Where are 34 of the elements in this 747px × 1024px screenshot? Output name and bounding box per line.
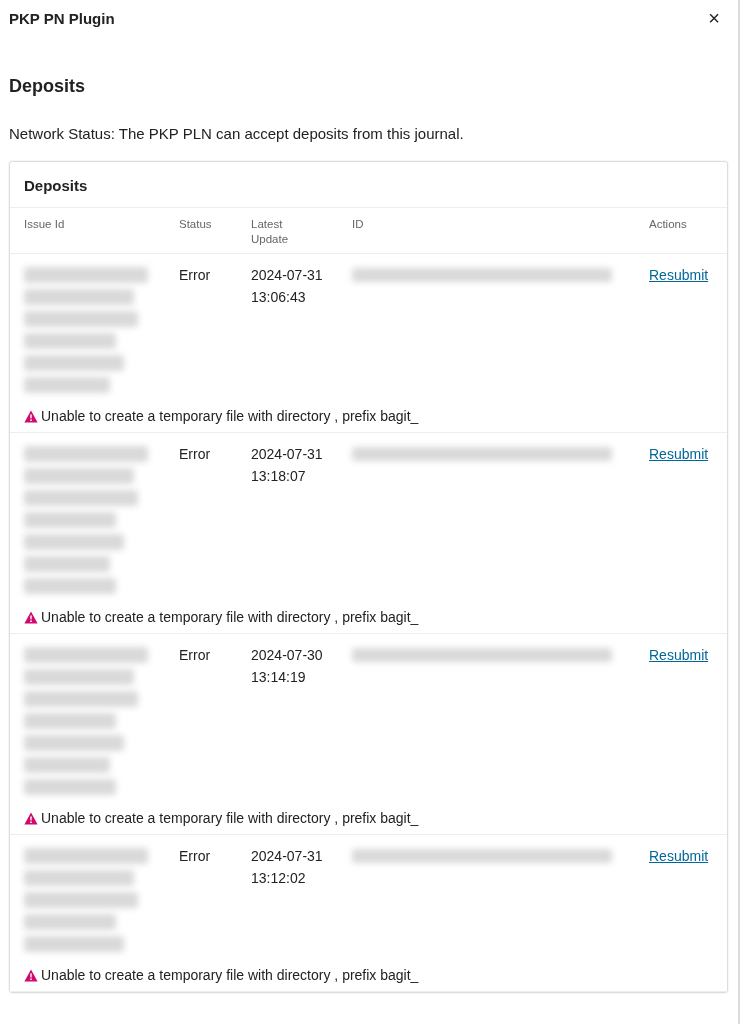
dialog-title: PKP PN Plugin	[9, 9, 115, 27]
table-cell-text: 2024-07-30	[251, 646, 323, 665]
column-header: Status	[179, 217, 213, 232]
resubmit-link[interactable]: Resubmit	[649, 845, 709, 867]
warning-icon	[24, 610, 38, 624]
column-header: Issue Id	[24, 217, 66, 232]
column-header: ID	[352, 217, 365, 232]
column-header: Latest Update	[251, 217, 290, 247]
table-cell-text: 13:06:43	[251, 288, 306, 307]
error-message: Unable to create a temporary file with directory , prefix bagit_	[41, 810, 419, 826]
table-cell-text: 13:12:02	[251, 869, 306, 888]
table-cell-text: 13:14:19	[251, 668, 306, 687]
warning-icon	[24, 968, 38, 982]
resubmit-link[interactable]: Resubmit	[649, 264, 709, 286]
table-cell-text: 2024-07-31	[251, 445, 323, 464]
table-cell-text: 2024-07-31	[251, 847, 323, 866]
column-header: Actions	[649, 217, 688, 232]
warning-icon	[24, 409, 38, 423]
table-cell-text: Error	[179, 266, 211, 285]
error-message: Unable to create a temporary file with directory , prefix bagit_	[41, 408, 419, 424]
error-message: Unable to create a temporary file with directory , prefix bagit_	[41, 609, 419, 625]
warning-icon	[24, 811, 38, 825]
network-status: Network Status: The PKP PLN can accept deposits from this journal.	[9, 125, 465, 142]
table-cell-text: Error	[179, 646, 211, 665]
close-button[interactable]: ×	[708, 8, 728, 28]
resubmit-link[interactable]: Resubmit	[649, 443, 709, 465]
table-title: Deposits	[10, 162, 727, 208]
table-cell-text: 13:18:07	[251, 467, 306, 486]
resubmit-link[interactable]: Resubmit	[649, 644, 709, 666]
error-message: Unable to create a temporary file with directory , prefix bagit_	[41, 967, 419, 983]
table-cell-text: 2024-07-31	[251, 266, 323, 285]
table-cell-text: Error	[179, 847, 211, 866]
table-cell-text: Error	[179, 445, 211, 464]
section-title: Deposits	[9, 76, 87, 97]
